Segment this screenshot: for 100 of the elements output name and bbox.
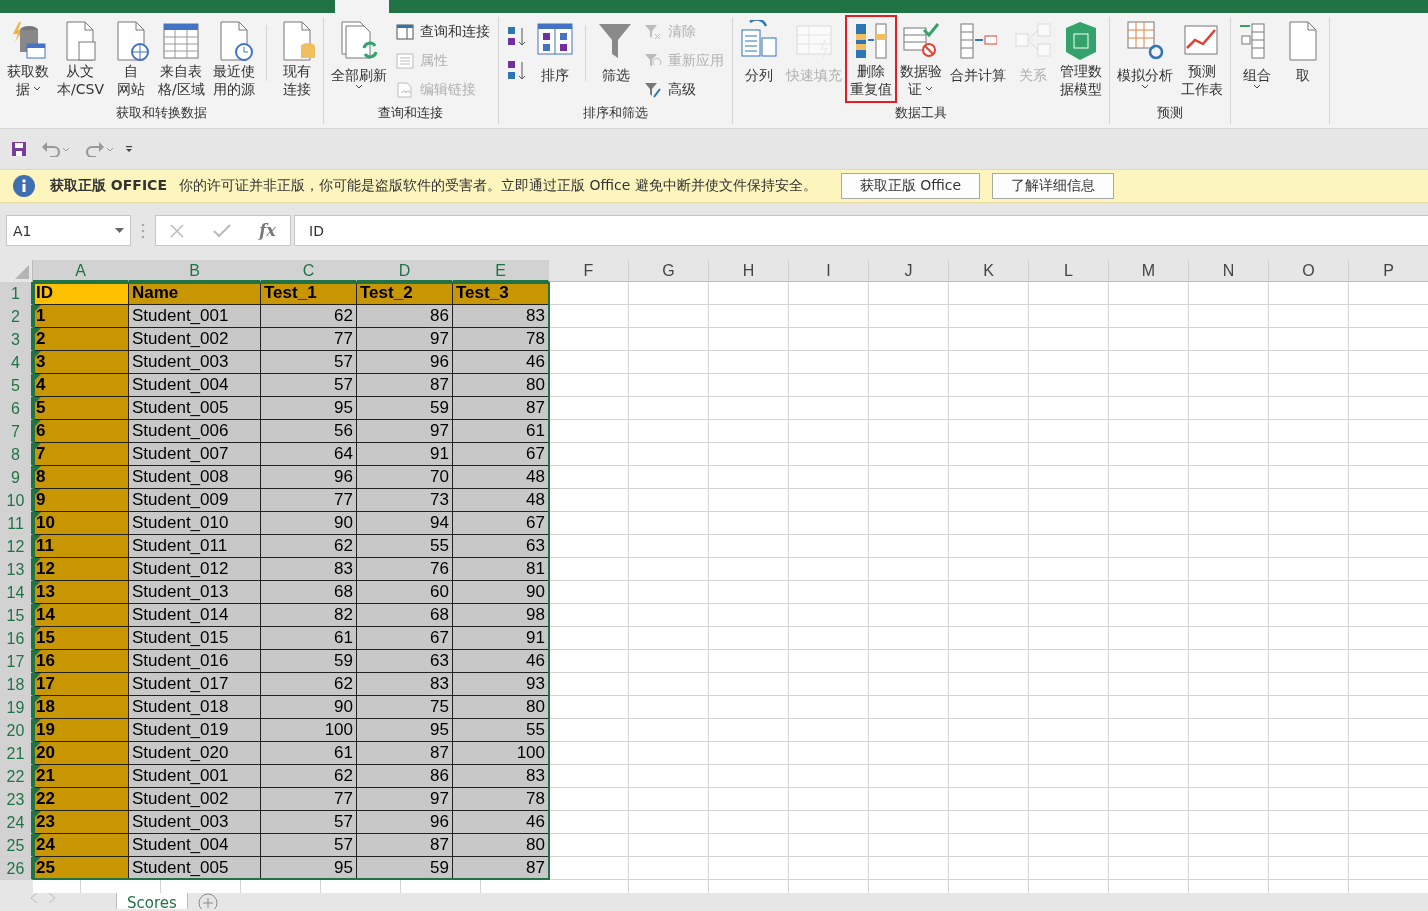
column-header[interactable]: L xyxy=(1029,260,1109,282)
table-cell: 62 xyxy=(261,535,357,558)
ribbon-button[interactable]: 筛选 xyxy=(593,17,638,101)
column-header[interactable]: K xyxy=(949,260,1029,282)
customize-icon[interactable] xyxy=(125,145,133,153)
row-header[interactable]: 21 xyxy=(0,742,33,765)
column-header[interactable]: I xyxy=(789,260,869,282)
ribbon-button[interactable]: 管理数 据模型 xyxy=(1056,17,1105,101)
row-header[interactable]: 6 xyxy=(0,397,33,420)
undo-icon[interactable] xyxy=(41,141,71,157)
column-header[interactable]: J xyxy=(869,260,949,282)
table-cell: 46 xyxy=(453,650,549,673)
ribbon-button[interactable]: 删除 重复值 xyxy=(846,17,895,101)
column-header[interactable]: F xyxy=(549,260,629,282)
row-header[interactable]: 1 xyxy=(0,282,33,305)
row-header[interactable]: 12 xyxy=(0,535,33,558)
insert-function-button[interactable]: fx xyxy=(259,221,276,240)
row-header[interactable]: 4 xyxy=(0,351,33,374)
table-cell: 77 xyxy=(261,489,357,512)
ribbon-button[interactable]: 组合 xyxy=(1234,17,1279,101)
row-header[interactable]: 18 xyxy=(0,673,33,696)
table-window-icon xyxy=(395,24,414,40)
table-cell: Student_001 xyxy=(129,765,261,788)
table-cell: 83 xyxy=(357,673,453,696)
table-cell: 81 xyxy=(453,558,549,581)
sort-descending-icon[interactable] xyxy=(506,59,527,81)
ribbon-button[interactable]: 数据验 证 xyxy=(896,17,945,101)
caret-icon xyxy=(354,84,363,90)
ribbon-button[interactable]: 排序 xyxy=(532,17,577,101)
column-header[interactable]: C xyxy=(261,260,357,282)
row-header[interactable]: 17 xyxy=(0,650,33,673)
table-cell: Student_018 xyxy=(129,696,261,719)
row-header[interactable]: 11 xyxy=(0,512,33,535)
column-header[interactable]: D xyxy=(357,260,453,282)
row-header[interactable]: 10 xyxy=(0,489,33,512)
row-header[interactable]: 7 xyxy=(0,420,33,443)
table-cell: Test_3 xyxy=(453,282,549,305)
column-header[interactable]: O xyxy=(1269,260,1349,282)
notice-button[interactable]: 获取正版 Office xyxy=(840,173,981,199)
row-header[interactable]: 23 xyxy=(0,788,33,811)
ribbon-button[interactable]: 预测 工作表 xyxy=(1177,17,1226,101)
ribbon-button[interactable]: 来自表 格/区域 xyxy=(154,17,208,101)
table-cell: Student_006 xyxy=(129,420,261,443)
ribbon-button[interactable]: 全部刷新 xyxy=(327,17,390,101)
row-header[interactable]: 25 xyxy=(0,834,33,857)
table-cell: 83 xyxy=(453,765,549,788)
row-header[interactable]: 9 xyxy=(0,466,33,489)
ribbon-button[interactable]: 从文 本/CSV xyxy=(54,17,107,101)
row-header[interactable]: 24 xyxy=(0,811,33,834)
column-header[interactable]: E xyxy=(453,260,549,282)
table-cell: 100 xyxy=(453,742,549,765)
table-cell: 3 xyxy=(33,351,129,374)
row-header[interactable]: 20 xyxy=(0,719,33,742)
group-label: 排序和筛选 xyxy=(582,104,648,122)
table-cell: 75 xyxy=(357,696,453,719)
ribbon-button[interactable]: 模拟分析 xyxy=(1113,17,1176,101)
row-header[interactable]: 2 xyxy=(0,305,33,328)
ribbon-button[interactable]: 现有 连接 xyxy=(274,17,319,101)
close-icon[interactable] xyxy=(170,223,185,238)
column-header[interactable]: G xyxy=(629,260,709,282)
ribbon-button[interactable]: 获取数 据 xyxy=(4,17,52,101)
redo-icon[interactable] xyxy=(85,141,115,157)
row-header[interactable]: 22 xyxy=(0,765,33,788)
row-header[interactable]: 15 xyxy=(0,604,33,627)
table-cell: 64 xyxy=(261,443,357,466)
notice-button[interactable]: 了解详细信息 xyxy=(992,173,1115,199)
sheet-tab[interactable]: Scores xyxy=(116,893,188,909)
ribbon-button[interactable]: 自 网站 xyxy=(108,17,153,101)
row-header[interactable]: 5 xyxy=(0,374,33,397)
table-cell: 5 xyxy=(33,397,129,420)
table-cell: 90 xyxy=(261,512,357,535)
row-header[interactable]: 13 xyxy=(0,558,33,581)
table-cell: 48 xyxy=(453,489,549,512)
table-cell: 62 xyxy=(261,305,357,328)
row-header[interactable]: 14 xyxy=(0,581,33,604)
row-header[interactable]: 3 xyxy=(0,328,33,351)
ribbon-button[interactable]: 高级 xyxy=(643,79,724,101)
table-cell: Student_005 xyxy=(129,857,261,880)
table-cell: Student_003 xyxy=(129,351,261,374)
column-header[interactable]: M xyxy=(1109,260,1189,282)
ribbon-button[interactable]: 最近使 用的源 xyxy=(209,17,258,101)
ribbon-button[interactable]: 查询和连接 xyxy=(395,21,490,43)
check-icon[interactable] xyxy=(212,223,231,238)
table-cell: 90 xyxy=(261,696,357,719)
name-box[interactable]: A1 xyxy=(6,215,131,246)
ribbon-button[interactable]: 分列 xyxy=(736,17,781,101)
column-header[interactable]: N xyxy=(1189,260,1269,282)
row-header[interactable]: 26 xyxy=(0,857,33,880)
sort-ascending-icon[interactable] xyxy=(506,25,527,47)
ribbon-button[interactable]: 合并计算 xyxy=(946,17,1009,101)
save-icon[interactable] xyxy=(11,141,27,157)
ribbon-button[interactable]: 取 xyxy=(1280,17,1325,101)
formula-field[interactable]: ID xyxy=(294,215,1428,246)
table-cell: 2 xyxy=(33,328,129,351)
column-header[interactable]: H xyxy=(709,260,789,282)
column-header[interactable]: A xyxy=(33,260,129,282)
row-header[interactable]: 16 xyxy=(0,627,33,650)
row-header[interactable]: 8 xyxy=(0,443,33,466)
column-header[interactable]: B xyxy=(129,260,261,282)
row-header[interactable]: 19 xyxy=(0,696,33,719)
